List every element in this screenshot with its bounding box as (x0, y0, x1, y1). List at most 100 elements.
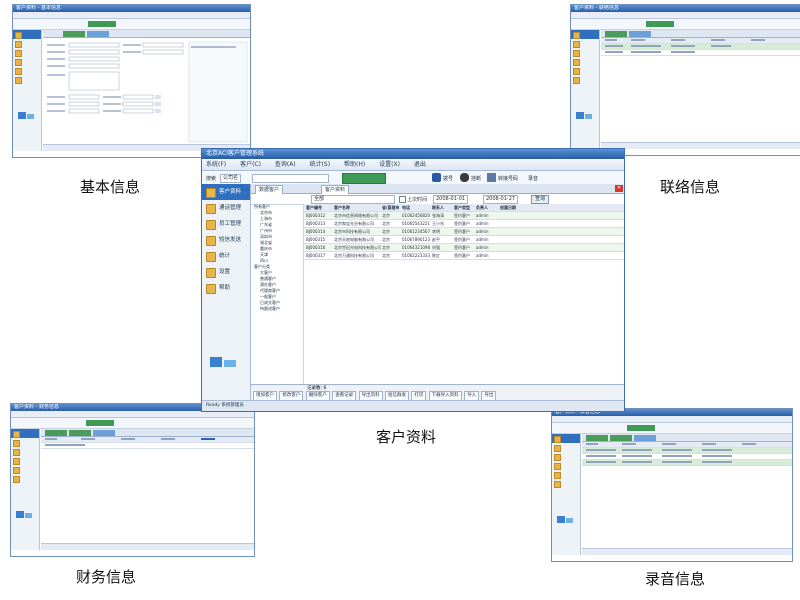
menu-item[interactable]: 系统(F) (206, 161, 226, 168)
sidebar-item[interactable]: 帮助 (202, 280, 250, 296)
sidebar-item[interactable]: 通话管理 (202, 200, 250, 216)
menu-item[interactable]: 查询(A) (275, 161, 296, 168)
status-bar (41, 543, 254, 550)
menu-item[interactable]: 统计(S) (310, 161, 331, 168)
grid-header: 客户编号 客户名称 省/直辖市 电话 联系人 客户类型 负责人 创建日期 (304, 204, 624, 212)
grid-area (601, 30, 800, 149)
menu-bar: 系统(F) 客户(C) 查询(A) 统计(S) 帮助(H) 设置(X) 退出 (202, 159, 624, 171)
form-fields (47, 41, 248, 143)
column-header[interactable]: 客户类型 (454, 204, 470, 211)
column-header[interactable]: 负责人 (476, 204, 488, 211)
table-cell: 刘强 (432, 245, 440, 250)
folder-icon (206, 252, 216, 262)
menu-item[interactable]: 退出 (414, 161, 426, 168)
call-button[interactable]: 拨号 (443, 175, 453, 182)
table-cell: 张海涛 (432, 213, 444, 218)
column-header[interactable]: 客户名称 (334, 204, 350, 211)
table-cell: BJ000315 (306, 237, 326, 242)
window-title: 客户资料 - 联络信息 (571, 5, 800, 12)
table-row[interactable]: BJ000317 北京万通科技有限公司 北京 01062223333 陈红 签约客户 adm… (304, 252, 624, 260)
table-cell: 李明 (432, 229, 440, 234)
menu-item[interactable]: 客户(C) (240, 161, 261, 168)
table-cell: 北京万通科技有限公司 (334, 253, 374, 258)
search-input[interactable] (252, 174, 329, 183)
table-row[interactable]: BJ000315 北京天地电脑有限公司 北京 01067890123 赵平 签约客户 adm… (304, 236, 624, 244)
toolbar (571, 19, 800, 30)
table-row[interactable]: BJ000314 北京市科技有限公司 北京 01061234567 李明 签约客户 admi… (304, 228, 624, 236)
logo-icon (557, 509, 575, 523)
column-header[interactable]: 省/直辖市 (382, 204, 399, 211)
date-from[interactable]: 2008-01-01 (433, 195, 469, 204)
tab-customer-profile[interactable]: 客户资料 (321, 185, 350, 194)
caption-contact-info: 联络信息 (660, 178, 721, 196)
table-cell: 01061234567 (402, 229, 430, 234)
table-cell: admin (476, 229, 489, 234)
logo-icon (16, 504, 34, 518)
status-bar (601, 142, 800, 149)
table-cell: BJ000314 (306, 229, 326, 234)
action-bar: 记录数: 6 增加客户 修改客户 删除客户 查看记录 导出资料 短信群发 打印 下载导入资料导… (251, 384, 624, 401)
window-title: 北京ACI客户管理系统 (202, 149, 624, 159)
sidebar-item[interactable]: 短信发送 (202, 232, 250, 248)
hangup-button[interactable]: 挂断 (471, 175, 481, 182)
table-cell: 签约客户 (454, 221, 470, 226)
table-cell: 北京市科技有限公司 (334, 229, 370, 234)
grid-area (582, 434, 792, 555)
table-row[interactable]: BJ000316 北京世纪光电科技有限公司 北京 01064321098 刘强 签约客户 a… (304, 244, 624, 252)
column-header[interactable]: 电话 (402, 204, 410, 211)
table-cell: admin (476, 213, 489, 218)
headset-icon[interactable] (460, 173, 469, 182)
close-icon[interactable]: ✕ (615, 185, 623, 192)
main-window: 北京ACI客户管理系统 系统(F) 客户(C) 查询(A) 统计(S) 帮助(H… (201, 148, 625, 412)
column-header[interactable]: 创建日期 (500, 204, 516, 211)
tab-data-customers[interactable]: 数据客户 (255, 185, 284, 194)
field-select[interactable]: 全部 (311, 195, 395, 204)
table-cell: 签约客户 (454, 229, 470, 234)
table-cell: 北京 (382, 253, 390, 258)
table-cell: 签约客户 (454, 213, 470, 218)
window-title: 客户资料 - 基本信息 (13, 5, 250, 12)
folder-icon (206, 284, 216, 294)
logo-icon (576, 105, 594, 119)
column-header[interactable]: 联系人 (432, 204, 444, 211)
sidebar-item[interactable]: 设置 (202, 264, 250, 280)
menu-item[interactable]: 帮助(H) (344, 161, 365, 168)
menu-item[interactable]: 设置(X) (379, 161, 400, 168)
table-cell: admin (476, 253, 489, 258)
sidebar (552, 434, 581, 555)
scope-select[interactable]: 公司名 (220, 174, 242, 183)
caption-finance-info: 财务信息 (76, 568, 137, 586)
sidebar-item[interactable]: 员工管理 (202, 216, 250, 232)
screenshot-contact-info: 客户资料 - 联络信息 (570, 4, 800, 156)
table-cell: 北京 (382, 229, 390, 234)
caption-customer-data: 客户资料 (376, 428, 437, 446)
table-cell: 北京和宝光谷有限公司 (334, 221, 374, 226)
table-row[interactable]: BJ000313 北京和宝光谷有限公司 北京 01065543221 王小东 签约客户 ad… (304, 220, 624, 228)
transfer-icon[interactable] (487, 173, 496, 182)
query-button[interactable]: 查询 (531, 195, 550, 204)
table-cell: 陈红 (432, 253, 440, 258)
sidebar-item[interactable]: 客户资料 (202, 184, 250, 200)
date-to[interactable]: 2008-01-27 (483, 195, 519, 204)
date-checkbox-label: 上次时间 (407, 197, 428, 203)
date-checkbox[interactable] (399, 196, 406, 203)
record-button[interactable]: 录音 (528, 175, 538, 182)
tree-node[interactable]: 待跟进客户 (251, 306, 303, 312)
table-cell: 王小东 (432, 221, 444, 226)
go-button[interactable] (342, 173, 386, 184)
folder-icon (206, 236, 216, 246)
sidebar (13, 30, 42, 151)
table-cell: 北京市信息网络有限公司 (334, 213, 378, 218)
column-header[interactable]: 客户编号 (306, 204, 322, 211)
table-cell: 签约客户 (454, 253, 470, 258)
phone-icon[interactable] (432, 173, 441, 182)
table-row[interactable]: BJ000312 北京市信息网络有限公司 北京 01062456820 张海涛 签约客户 a… (304, 212, 624, 220)
sidebar-item[interactable]: 统计 (202, 248, 250, 264)
status-bar (582, 548, 792, 555)
table-cell: 北京天地电脑有限公司 (334, 237, 374, 242)
table-cell: 01062456820 (402, 213, 430, 218)
table-cell: 北京 (382, 245, 390, 250)
logo-icon (210, 354, 240, 374)
transfer-button[interactable]: 转接号码 (498, 175, 518, 182)
caption-recording-info: 录音信息 (645, 570, 706, 588)
